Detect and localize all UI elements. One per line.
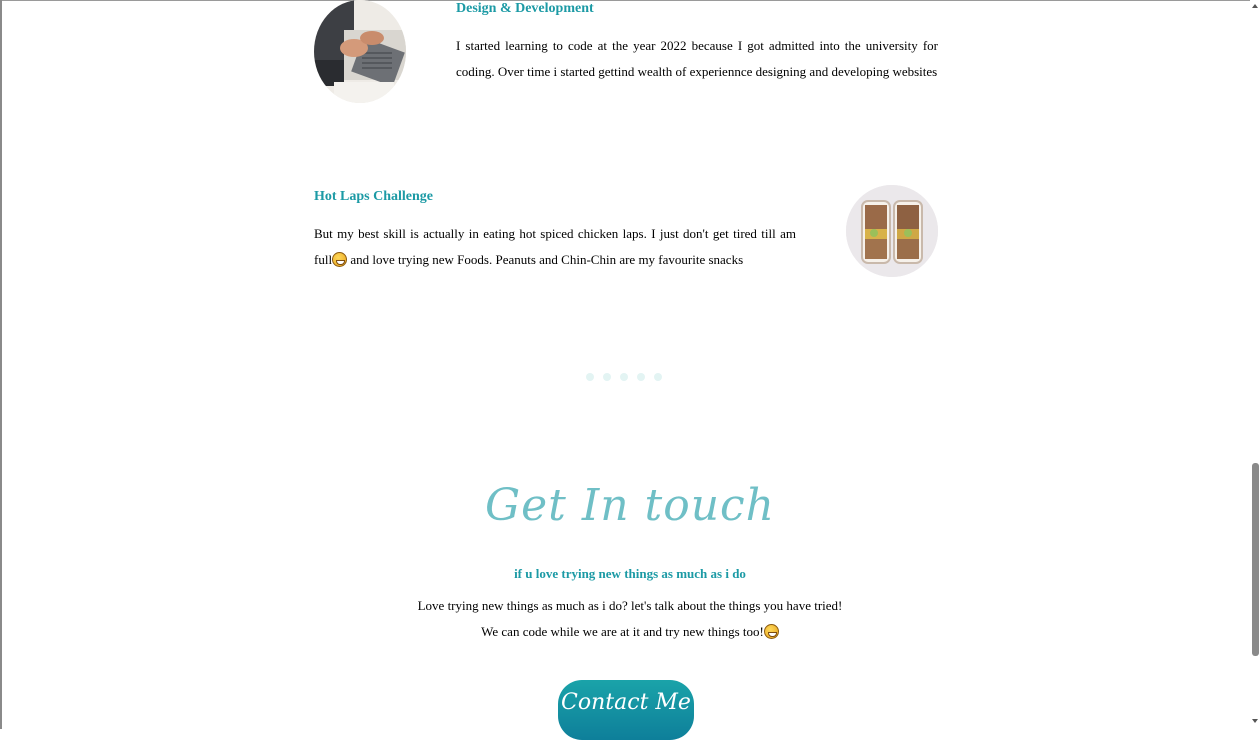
contact-text-line-1: Love trying new things as much as i do? … bbox=[417, 598, 843, 613]
contact-line-2-text: We can code while we are at it and try n… bbox=[481, 624, 764, 639]
contact-title: Get In touch bbox=[484, 480, 776, 531]
carousel-dot[interactable] bbox=[654, 373, 662, 381]
window-top-border bbox=[0, 0, 1260, 1]
contact-me-button[interactable]: Contact Me bbox=[558, 680, 694, 740]
carousel-dot[interactable] bbox=[637, 373, 645, 381]
text-after-emoji: and love trying new Foods. Peanuts and C… bbox=[347, 252, 744, 267]
grinning-emoji-icon bbox=[332, 252, 348, 267]
carousel-indicators bbox=[586, 373, 662, 381]
carousel-dot[interactable] bbox=[586, 373, 594, 381]
section-text-design-development: I started learning to code at the year 2… bbox=[456, 38, 938, 79]
laptop-typing-photo bbox=[314, 0, 406, 103]
vertical-scrollbar[interactable] bbox=[1250, 0, 1260, 729]
contact-text-line-2: We can code while we are at it and try n… bbox=[0, 624, 1260, 640]
section-title-hot-laps: Hot Laps Challenge bbox=[314, 189, 434, 204]
section-text-hot-laps: But my best skill is actually in eating … bbox=[314, 221, 796, 273]
scroll-down-arrow-icon[interactable] bbox=[1252, 719, 1258, 723]
carousel-dot[interactable] bbox=[620, 373, 628, 381]
grinning-emoji-icon bbox=[763, 624, 779, 639]
window-left-border bbox=[0, 0, 2, 729]
contact-subtitle: if u love trying new things as much as i… bbox=[514, 566, 746, 581]
food-containers-photo bbox=[846, 185, 938, 277]
scrollbar-thumb[interactable] bbox=[1252, 463, 1259, 656]
scroll-up-arrow-icon[interactable] bbox=[1252, 4, 1258, 8]
section-title-design-development: Design & Development bbox=[456, 1, 594, 16]
carousel-dot[interactable] bbox=[603, 373, 611, 381]
